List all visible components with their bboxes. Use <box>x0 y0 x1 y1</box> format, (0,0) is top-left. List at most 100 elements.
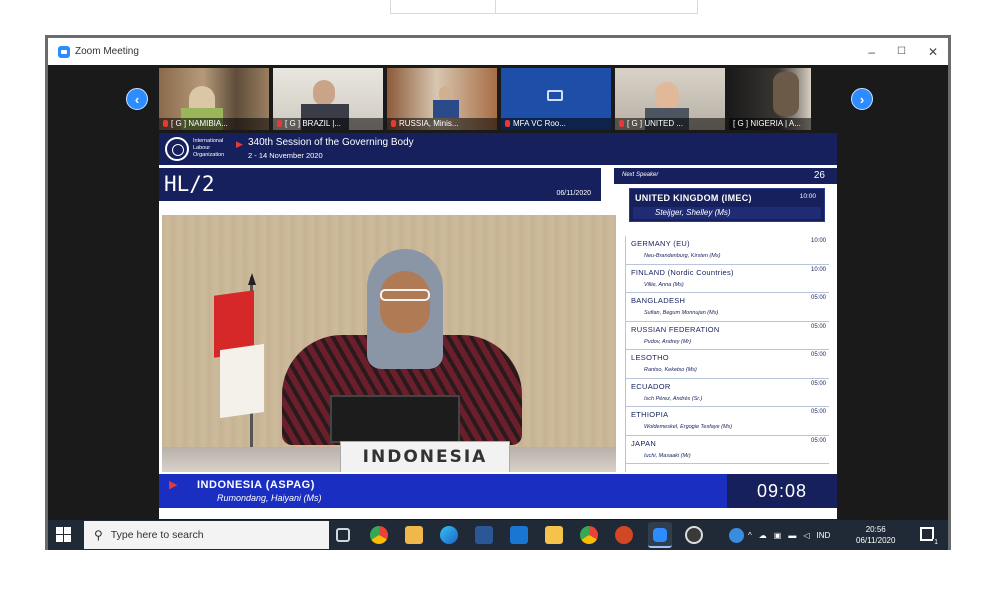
speaker-country: GERMANY (EU) <box>631 239 690 248</box>
notifications-icon[interactable]: 1 <box>920 527 939 546</box>
speaker-glasses <box>380 289 430 301</box>
active-speaker-view: International Labour Organization ▶ 340t… <box>159 133 837 519</box>
meeting-content: ‹ [ G ] NAMIBIA... [ G ] BRAZIL |... RUS… <box>48 65 948 520</box>
speaker-name: Iuchi, Masaaki (Mr) <box>644 452 691 459</box>
zoom-taskbar-button[interactable] <box>648 522 672 548</box>
participant-tile[interactable]: [ G ] BRAZIL |... <box>273 68 383 130</box>
mail-icon[interactable] <box>510 526 528 544</box>
indonesia-flag-white <box>220 343 264 419</box>
muted-mic-icon <box>619 120 624 127</box>
play-arrow-icon: ▶ <box>169 479 178 491</box>
participant-tile[interactable]: [ G ] NAMIBIA... <box>159 68 269 130</box>
window-title: Zoom Meeting <box>75 46 139 57</box>
store-icon[interactable] <box>405 526 423 544</box>
list-item: ECUADOR 05:00 Isch Pérez, Andrés (Sr.) <box>626 379 829 407</box>
speaker-country: BANGLADESH <box>631 296 686 305</box>
speaker-name: Villie, Anna (Ms) <box>644 281 684 288</box>
zoom-logo-icon <box>58 45 70 58</box>
previous-page-button[interactable]: ‹ <box>126 88 148 110</box>
next-page-button[interactable]: › <box>851 88 873 110</box>
muted-mic-icon <box>391 120 396 127</box>
current-speaker-country: INDONESIA (ASPAG) <box>197 479 315 491</box>
task-view-icon[interactable] <box>336 528 350 542</box>
participant-tile[interactable]: [ G ] UNITED ... <box>615 68 725 130</box>
speaker-country: ETHIOPIA <box>631 410 669 419</box>
clock-time: 20:56 <box>865 525 886 534</box>
maximize-button[interactable]: ☐ <box>897 46 906 57</box>
list-item: FINLAND (Nordic Countries) 10:00 Villie,… <box>626 265 829 293</box>
clock-date: 06/11/2020 <box>856 536 896 545</box>
window-controls: – ☐ ✕ <box>868 38 938 65</box>
help-icon[interactable] <box>729 528 744 543</box>
speaker-country: FINLAND (Nordic Countries) <box>631 267 734 277</box>
taskbar-clock[interactable]: 20:56 06/11/2020 <box>856 524 895 546</box>
participant-tile[interactable]: RUSSIA, Minis... <box>387 68 497 130</box>
chrome-icon[interactable] <box>580 526 598 544</box>
participant-name-label: [ G ] NAMIBIA... <box>159 118 269 130</box>
windows-logo-icon <box>56 527 63 534</box>
speaker-count: 26 <box>813 170 825 181</box>
participant-figure <box>655 82 679 110</box>
chrome-icon[interactable] <box>370 526 388 544</box>
speaker-time: 10:00 <box>810 238 826 244</box>
background-tab-strip <box>390 0 698 14</box>
participant-name-label: [ G ] BRAZIL |... <box>273 118 383 130</box>
powerpoint-icon[interactable] <box>615 526 633 544</box>
participant-figure <box>773 72 799 116</box>
play-arrow-icon: ▶ <box>236 139 243 149</box>
speaker-face <box>380 271 430 333</box>
windows-taskbar: ⚲ Type here to search ^ ☁ ▣ ▬ ◁ IND 20:5… <box>48 520 948 550</box>
room-code: HL/2 <box>164 172 215 196</box>
edge-icon[interactable] <box>440 526 458 544</box>
participant-tile[interactable]: MFA VC Roo... <box>501 68 611 130</box>
speaker-time: 05:00 <box>810 295 826 301</box>
muted-mic-icon <box>505 120 510 127</box>
search-icon: ⚲ <box>94 528 103 542</box>
battery-icon[interactable]: ▬ <box>788 531 796 540</box>
participant-name-label: RUSSIA, Minis... <box>387 118 497 130</box>
list-item: JAPAN 05:00 Iuchi, Masaaki (Mr) <box>626 436 829 464</box>
participant-tile[interactable]: [ G ] NIGERIA | A... <box>729 68 811 130</box>
speaker-time: 10:00 <box>810 266 826 273</box>
participant-name-label: MFA VC Roo... <box>501 118 611 130</box>
network-icon[interactable]: ▣ <box>774 531 782 540</box>
language-indicator[interactable]: IND <box>816 531 830 540</box>
list-item: LESOTHO 05:00 Rantso, Keketso (Ms) <box>626 350 829 379</box>
next-speaker-time: 10:00 <box>799 193 816 200</box>
speaker-name: Rantso, Keketso (Ms) <box>644 367 697 373</box>
speaker-name: Sufian, Begum Monnujan (Ms) <box>644 310 719 316</box>
speaker-time: 05:00 <box>810 380 826 387</box>
close-button[interactable]: ✕ <box>928 45 938 59</box>
speaker-country: ECUADOR <box>631 381 671 391</box>
notification-count: 1 <box>933 539 939 546</box>
list-item: RUSSIAN FEDERATION 05:00 Pudov, Andrey (… <box>626 322 829 350</box>
country-nameplate-front: INDONESIA <box>340 441 510 472</box>
zoom-icon <box>653 528 667 542</box>
room-date: 06/11/2020 <box>556 190 591 197</box>
obs-icon[interactable] <box>685 526 703 544</box>
next-speaker-country: UNITED KINGDOM (IMEC) <box>635 193 752 203</box>
list-item: BANGLADESH 05:00 Sufian, Begum Monnujan … <box>626 293 829 322</box>
cloud-icon[interactable]: ☁ <box>759 531 767 540</box>
chevron-up-icon[interactable]: ^ <box>748 531 752 540</box>
current-speaker-bar: ▶ INDONESIA (ASPAG) Rumondang, Haiyani (… <box>159 474 837 508</box>
speaker-name: Neu-Brandenburg, Kirsten (Ms) <box>644 253 721 259</box>
speaker-country: LESOTHO <box>631 353 669 362</box>
ilo-header: International Labour Organization ▶ 340t… <box>159 133 837 165</box>
speaker-time: 05:00 <box>810 323 826 330</box>
next-speaker-bar: Next Speaker 26 <box>614 168 837 184</box>
minimize-button[interactable]: – <box>868 45 875 59</box>
ilo-org-name: International Labour Organization <box>193 138 225 158</box>
file-explorer-icon[interactable] <box>545 526 563 544</box>
volume-icon[interactable]: ◁ <box>803 531 809 540</box>
start-button[interactable] <box>56 527 72 543</box>
next-speaker-box: UNITED KINGDOM (IMEC) 10:00 Steijger, Sh… <box>629 188 825 222</box>
session-dates: 2 - 14 November 2020 <box>248 151 323 160</box>
word-icon[interactable] <box>475 526 493 544</box>
laptop <box>330 395 460 443</box>
next-speaker-name: Steijger, Shelley (Ms) <box>633 207 821 219</box>
title-bar: Zoom Meeting – ☐ ✕ <box>48 38 948 65</box>
participant-strip: ‹ [ G ] NAMIBIA... [ G ] BRAZIL |... RUS… <box>48 65 948 133</box>
taskbar-search-box[interactable]: ⚲ Type here to search <box>84 521 329 549</box>
speaker-time: 05:00 <box>810 352 826 358</box>
